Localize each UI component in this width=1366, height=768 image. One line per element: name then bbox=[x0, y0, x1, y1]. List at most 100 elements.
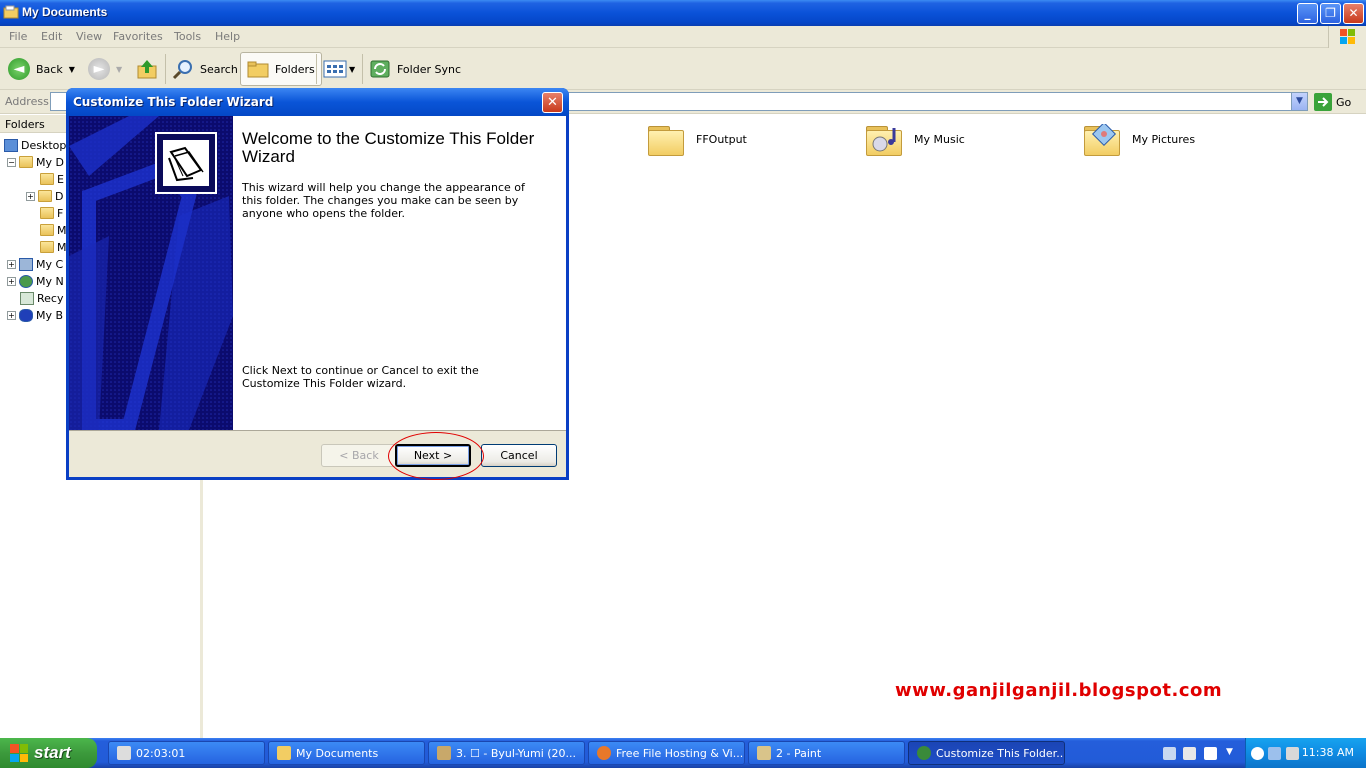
tree-item-my-computer[interactable]: + My C bbox=[7, 256, 63, 272]
pictures-folder-icon bbox=[1084, 124, 1120, 156]
menu-favorites[interactable]: Favorites bbox=[113, 30, 163, 43]
dialog-title: Customize This Folder Wizard bbox=[73, 95, 274, 109]
dialog-title-bar[interactable]: Customize This Folder Wizard ✕ bbox=[66, 88, 569, 116]
clock[interactable]: 11:38 AM bbox=[1302, 746, 1354, 759]
help-tray-icon[interactable] bbox=[1204, 747, 1217, 760]
views-dropdown-icon[interactable]: ▼ bbox=[349, 65, 355, 74]
tree-item-desktop[interactable]: Desktop bbox=[4, 137, 66, 153]
tree-item[interactable]: F bbox=[40, 205, 63, 221]
dialog-button-bar: < Back Next > Cancel bbox=[69, 430, 566, 477]
timer-app-icon bbox=[117, 746, 131, 760]
menu-help[interactable]: Help bbox=[215, 30, 240, 43]
menu-view[interactable]: View bbox=[76, 30, 102, 43]
tree-expander[interactable]: + bbox=[7, 276, 16, 286]
search-label: Search bbox=[200, 62, 238, 76]
folders-icon bbox=[247, 61, 269, 78]
customize-folder-wizard-dialog: Customize This Folder Wizard ✕ Welcome t… bbox=[66, 88, 569, 480]
tree-item[interactable]: M bbox=[40, 222, 67, 238]
tree-expander[interactable]: + bbox=[7, 259, 16, 269]
window-title: My Documents bbox=[22, 5, 108, 19]
my-documents-icon bbox=[3, 5, 19, 19]
keyboard-tray-icon[interactable] bbox=[1183, 747, 1196, 760]
tree-item-label: My D bbox=[36, 155, 64, 169]
explorer-title-bar[interactable]: My Documents _ ❐ ✕ bbox=[0, 0, 1366, 26]
forward-button[interactable]: ► ▼ bbox=[88, 52, 122, 86]
search-icon bbox=[172, 60, 192, 80]
tree-item-label: F bbox=[57, 206, 64, 220]
folder-sync-button[interactable]: Folder Sync bbox=[369, 52, 461, 86]
minimize-button[interactable]: _ bbox=[1297, 3, 1318, 24]
menu-tools[interactable]: Tools bbox=[174, 30, 201, 43]
address-dropdown-icon[interactable]: ▼ bbox=[1291, 93, 1307, 110]
folder-item-my-pictures[interactable]: My Pictures bbox=[1084, 124, 1195, 156]
folders-label: Folders bbox=[275, 62, 315, 76]
tree-expander[interactable]: − bbox=[7, 157, 16, 167]
close-button[interactable]: ✕ bbox=[1343, 3, 1364, 24]
watermark-text: www.ganjilganjil.blogspot.com bbox=[895, 680, 1223, 701]
recycle-bin-icon bbox=[20, 291, 34, 305]
restore-button[interactable]: ❐ bbox=[1320, 3, 1341, 24]
back-arrow-icon: ◄ bbox=[8, 58, 30, 80]
taskbar-item-label: Free File Hosting & Vi... bbox=[616, 746, 744, 760]
standard-toolbar: ◄ Back ▼ ► ▼ Search Folders ▼ Folder Syn… bbox=[0, 48, 1366, 90]
tree-expander[interactable]: + bbox=[7, 310, 16, 320]
tree-item-my-documents[interactable]: − My D bbox=[7, 154, 64, 170]
folder-icon bbox=[38, 190, 52, 202]
back-button[interactable]: ◄ Back ▼ bbox=[8, 52, 75, 86]
up-folder-button[interactable] bbox=[136, 52, 158, 86]
taskbar-item-active[interactable]: Customize This Folder... bbox=[908, 741, 1065, 765]
folder-icon bbox=[40, 207, 54, 219]
taskbar-item[interactable]: 02:03:01 bbox=[108, 741, 265, 765]
pen-tray-icon[interactable] bbox=[1163, 747, 1176, 760]
start-label: start bbox=[34, 743, 71, 762]
back-dropdown-icon[interactable]: ▼ bbox=[69, 65, 75, 74]
paint-icon bbox=[757, 746, 771, 760]
wizard-heading: Welcome to the Customize This Folder Wiz… bbox=[242, 129, 535, 166]
tree-item[interactable]: E bbox=[40, 171, 64, 187]
tree-expander[interactable]: + bbox=[26, 191, 35, 201]
taskbar-item[interactable]: 2 - Paint bbox=[748, 741, 905, 765]
tree-item-my-bluetooth[interactable]: + My B bbox=[7, 307, 63, 323]
folder-sync-label: Folder Sync bbox=[397, 62, 462, 76]
folders-pane-title: Folders bbox=[5, 118, 45, 131]
folder-item-ffoutput[interactable]: FFOutput bbox=[648, 124, 747, 156]
cancel-button[interactable]: Cancel bbox=[481, 444, 557, 467]
start-button[interactable]: start bbox=[0, 738, 97, 768]
folder-icon bbox=[277, 746, 291, 760]
tree-item[interactable]: M bbox=[40, 239, 67, 255]
views-button[interactable]: ▼ bbox=[323, 52, 355, 86]
windows-logo-icon bbox=[1328, 26, 1366, 48]
taskbar-item[interactable]: My Documents bbox=[268, 741, 425, 765]
back-label: Back bbox=[36, 62, 63, 76]
language-tray-icon[interactable]: ▼ bbox=[1226, 747, 1239, 760]
volume-tray-icon[interactable] bbox=[1286, 747, 1299, 760]
tree-item-recycle-bin[interactable]: Recy bbox=[20, 290, 63, 306]
forward-arrow-icon: ► bbox=[88, 58, 110, 80]
menu-edit[interactable]: Edit bbox=[41, 30, 62, 43]
search-button[interactable]: Search bbox=[172, 52, 238, 86]
menu-file[interactable]: File bbox=[9, 30, 27, 43]
dialog-close-button[interactable]: ✕ bbox=[542, 92, 563, 113]
go-button[interactable]: Go bbox=[1314, 93, 1351, 111]
taskbar-item[interactable]: Free File Hosting & Vi... bbox=[588, 741, 745, 765]
go-label: Go bbox=[1336, 95, 1352, 109]
show-hidden-icons-icon[interactable] bbox=[1251, 747, 1264, 760]
tree-item-my-network[interactable]: + My N bbox=[7, 273, 64, 289]
menu-bar: File Edit View Favorites Tools Help bbox=[0, 26, 1366, 48]
red-highlight-circle bbox=[388, 432, 484, 480]
folders-button[interactable]: Folders bbox=[240, 52, 322, 86]
folder-item-label: FFOutput bbox=[696, 132, 747, 146]
music-folder-icon bbox=[40, 224, 54, 236]
network-tray-icon[interactable] bbox=[1268, 747, 1281, 760]
folder-item-label: My Music bbox=[914, 132, 965, 146]
back-button-disabled: < Back bbox=[321, 444, 397, 467]
my-documents-icon bbox=[19, 156, 33, 168]
folder-icon bbox=[40, 173, 54, 185]
tree-item[interactable]: + D bbox=[26, 188, 63, 204]
pictures-folder-icon bbox=[40, 241, 54, 253]
taskbar-item-label: 02:03:01 bbox=[136, 746, 186, 760]
tree-item-label: Desktop bbox=[21, 138, 67, 152]
taskbar-item[interactable]: 3. ☐ - Byul-Yumi (20... bbox=[428, 741, 585, 765]
wizard-side-art bbox=[69, 116, 233, 430]
folder-item-my-music[interactable]: My Music bbox=[866, 124, 965, 156]
